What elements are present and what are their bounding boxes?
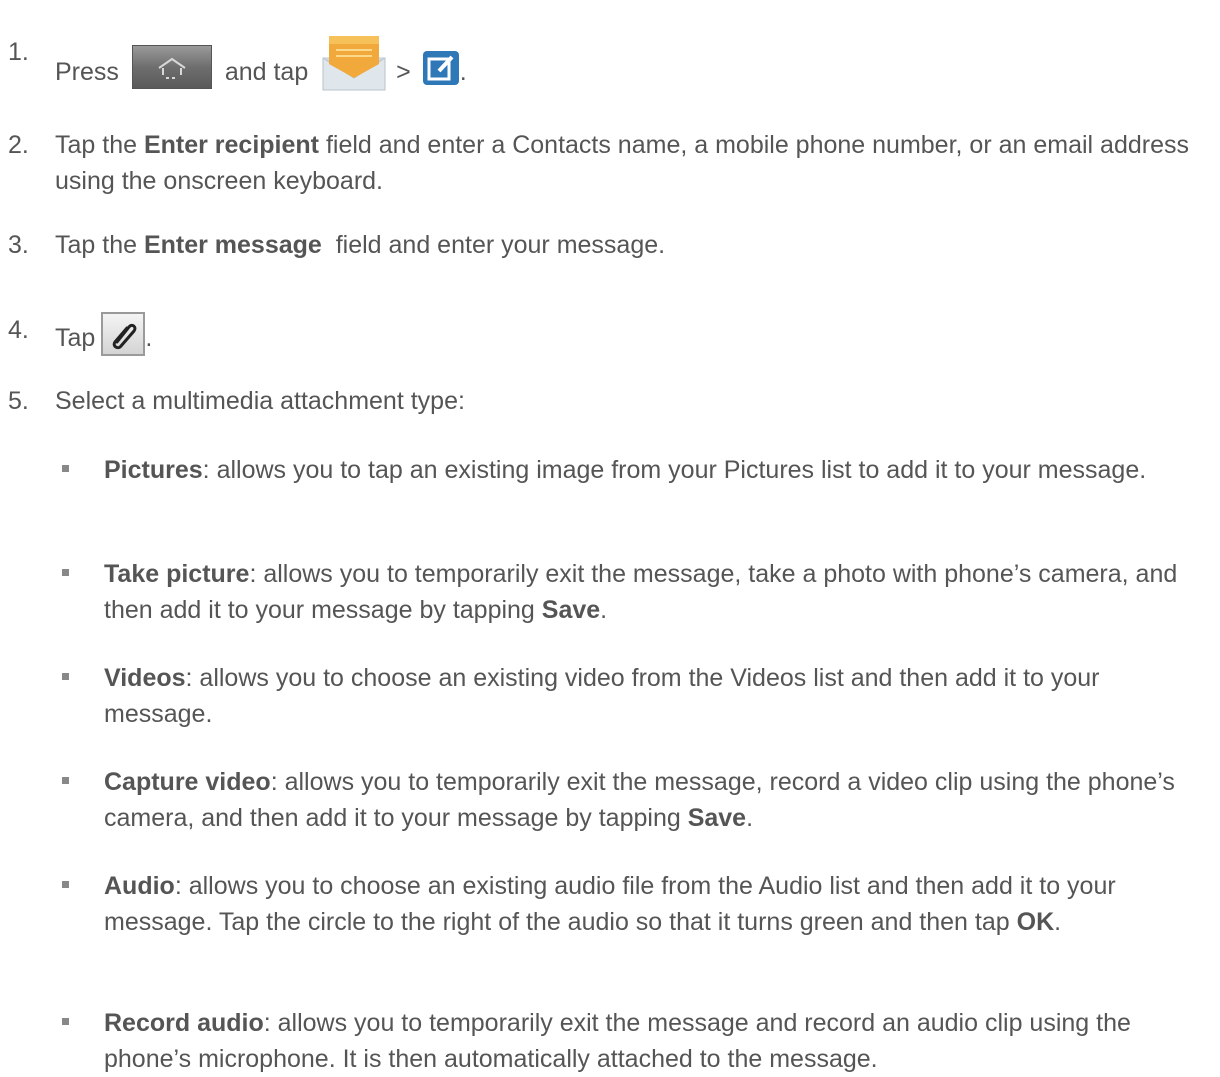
action-ok: OK	[1016, 908, 1055, 936]
attachment-label: Videos	[104, 664, 186, 692]
step-text-greater-than: >	[396, 58, 411, 86]
attachment-desc: : allows you to temporarily exit the mes…	[104, 560, 1178, 624]
attachment-desc: : allows you to tap an existing image fr…	[202, 456, 1147, 484]
messaging-envelope-icon	[321, 34, 387, 92]
action-save: Save	[541, 596, 601, 624]
step-text: Tap the	[55, 231, 144, 259]
period: .	[1054, 908, 1062, 936]
field-name-enter-recipient: Enter recipient	[143, 131, 320, 159]
bullet-square-icon	[62, 1018, 69, 1025]
paperclip-attach-icon	[101, 312, 146, 356]
attachment-label: Audio	[104, 872, 175, 900]
field-name-enter-message: Enter message	[143, 231, 322, 259]
bullet-square-icon	[62, 777, 69, 784]
step-text-press: Press	[55, 58, 119, 86]
attachment-desc: : allows you to choose an existing video…	[104, 664, 1100, 728]
period: .	[746, 804, 754, 832]
bullet-square-icon	[62, 881, 69, 888]
step-text: Select a multimedia attachment type:	[55, 387, 465, 415]
bullet-square-icon	[62, 569, 69, 576]
period: .	[600, 596, 608, 624]
attachment-desc: : allows you to choose an existing audio…	[104, 872, 1116, 936]
step-number: 5.	[8, 387, 29, 415]
step-number: 1.	[8, 38, 29, 66]
attachment-label: Capture video	[104, 768, 271, 796]
step-text-and-tap: and tap	[224, 58, 309, 86]
step-text: Tap the	[55, 131, 144, 159]
step-number: 4.	[8, 316, 29, 344]
step-text-period: .	[145, 324, 153, 352]
step-number: 2.	[8, 131, 29, 159]
bullet-square-icon	[62, 673, 69, 680]
compose-icon	[422, 50, 460, 86]
step-text-period: .	[459, 58, 467, 86]
attachment-label: Pictures	[104, 456, 203, 484]
bullet-square-icon	[62, 465, 69, 472]
action-save: Save	[687, 804, 747, 832]
instruction-document: 1. Press and tap > . 2. Tap the Enter re…	[0, 0, 1220, 1073]
attachment-label: Take picture	[104, 560, 250, 588]
step-number: 3.	[8, 231, 29, 259]
home-key-icon	[131, 45, 212, 89]
attachment-label: Record audio	[104, 1009, 264, 1037]
step-text: field and enter your message.	[321, 231, 666, 259]
step-text: Tap	[55, 324, 96, 352]
